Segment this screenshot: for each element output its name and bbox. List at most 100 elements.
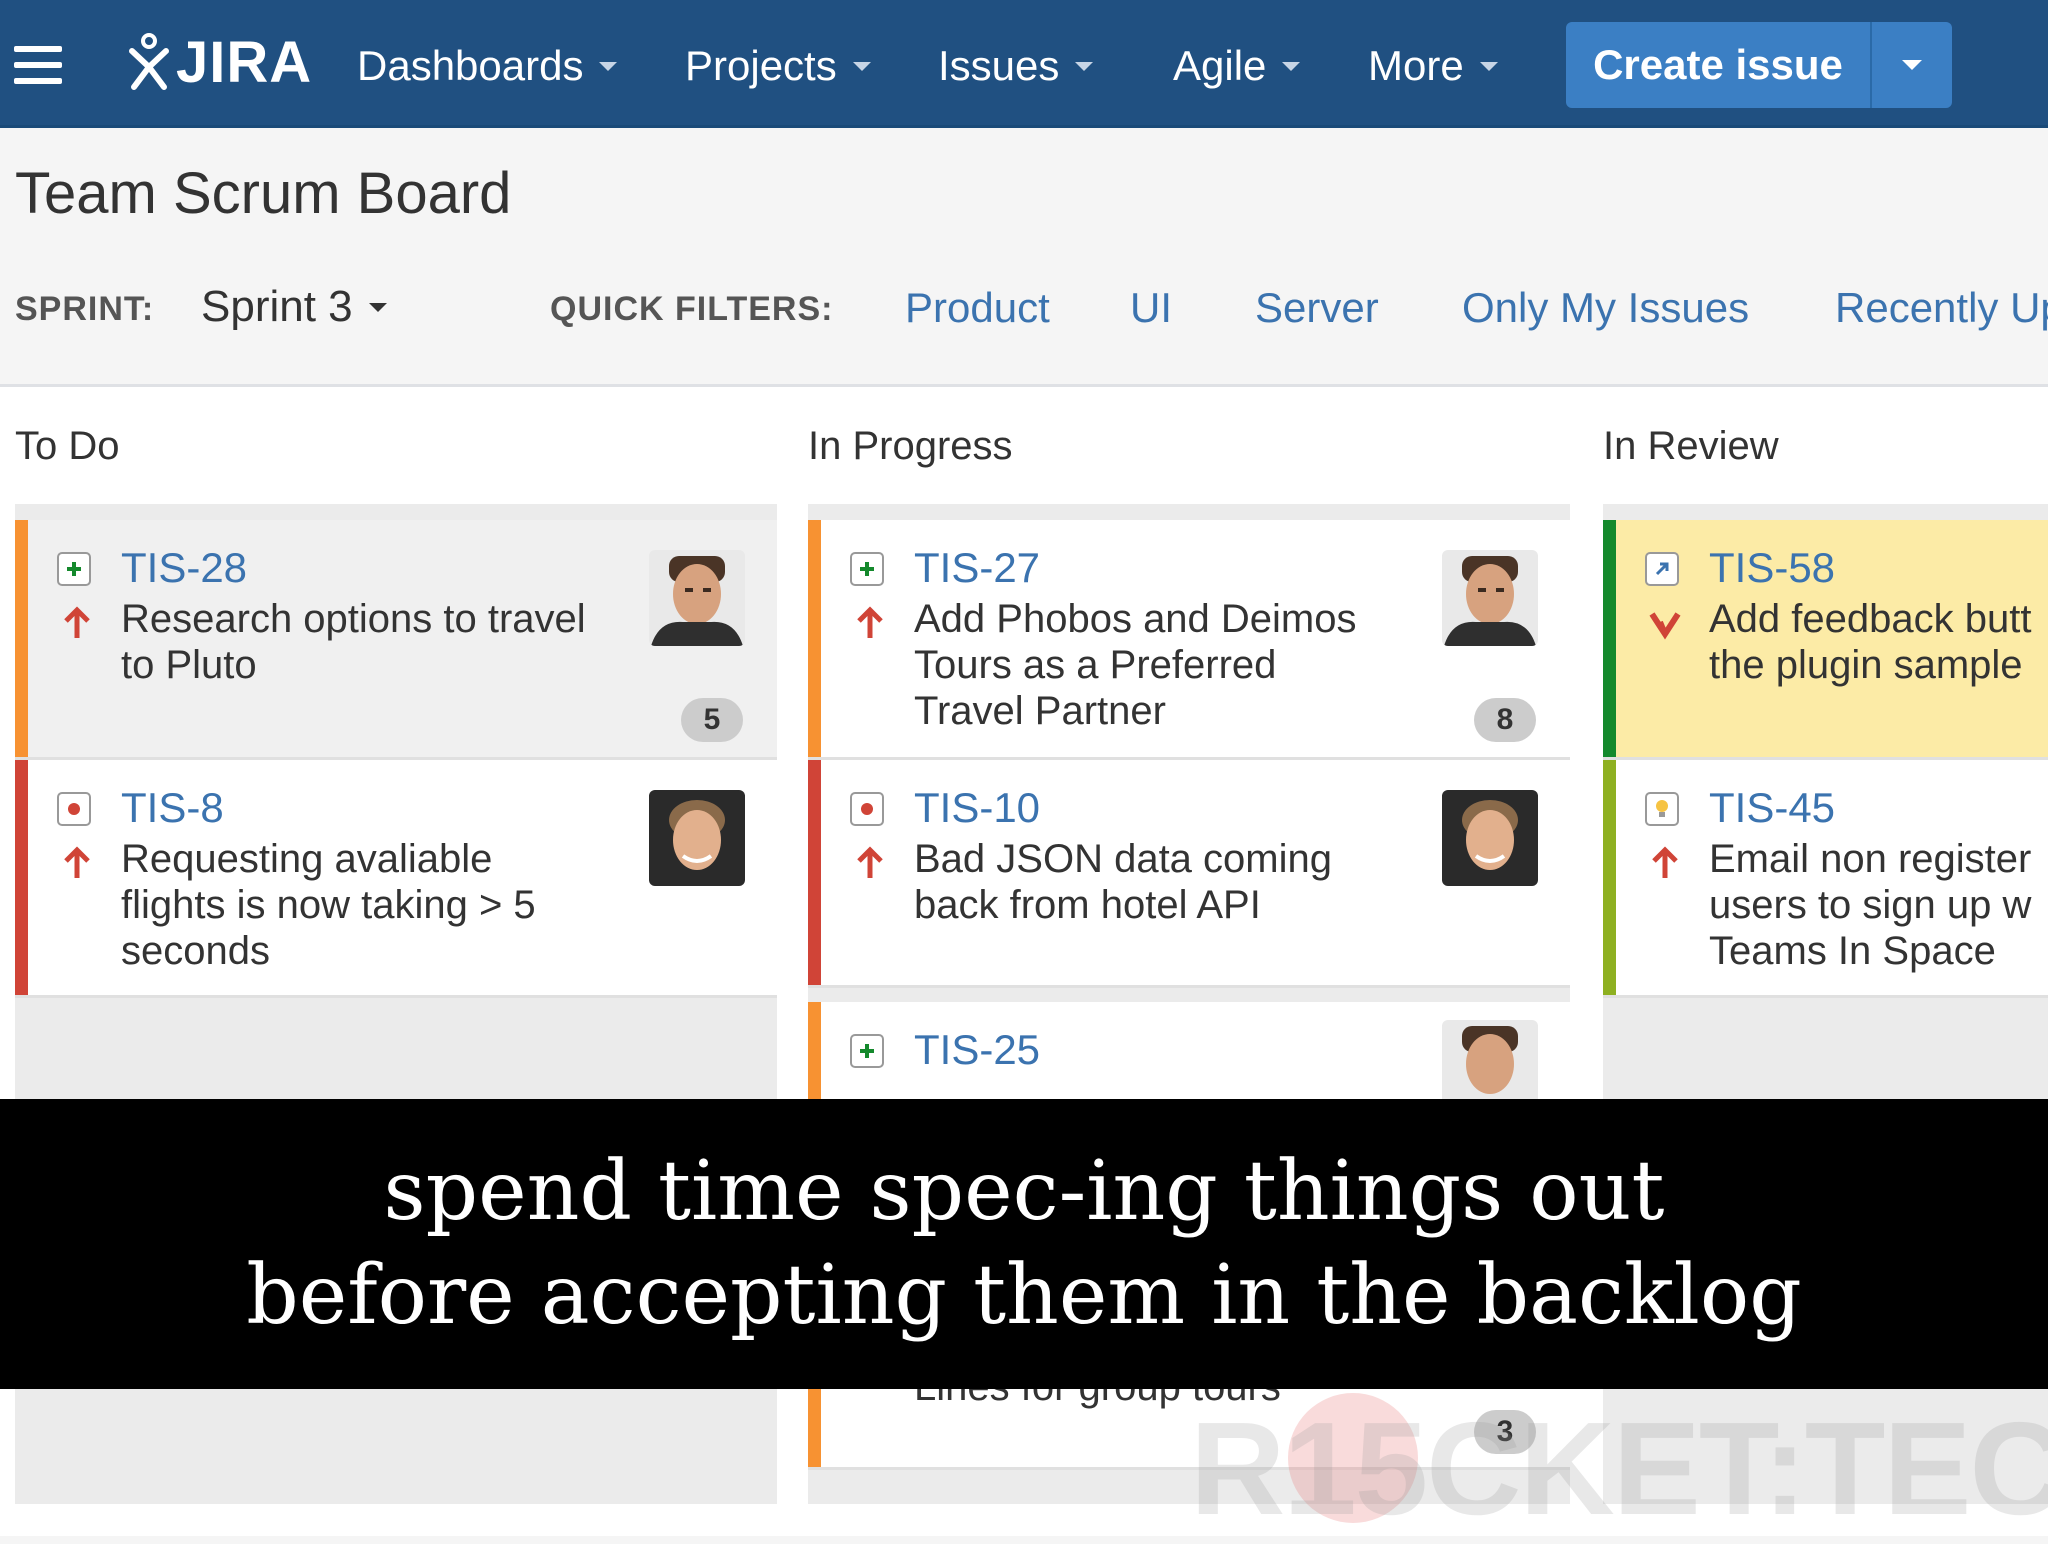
quick-filter-ui[interactable]: UI [1130, 284, 1172, 332]
sprint-label: SPRINT: [15, 290, 155, 328]
nav-agile[interactable]: Agile [1173, 40, 1301, 92]
nav-issues-label: Issues [938, 42, 1060, 89]
story-points-badge: 5 [681, 698, 743, 742]
chevron-down-icon [1902, 60, 1922, 70]
summary-line: users to sign up w [1709, 883, 2032, 927]
issue-card[interactable]: TIS-28 Research options to travel to Plut… [15, 520, 777, 760]
new-feature-icon [57, 552, 91, 586]
issue-key[interactable]: TIS-27 [914, 544, 1040, 592]
issue-summary: Add Phobos and Deimos Tours as a Preferre… [914, 596, 1357, 734]
chevron-down-icon [1282, 61, 1301, 71]
nav-agile-label: Agile [1173, 42, 1267, 89]
issue-status-stripe [15, 520, 28, 757]
board-filters: SPRINT: Sprint 3 QUICK FILTERS: Product … [15, 282, 2048, 338]
quick-filter-server[interactable]: Server [1255, 284, 1379, 332]
summary-line: Bad JSON data coming [914, 837, 1332, 881]
priority-major-icon [857, 606, 883, 638]
issue-card[interactable]: TIS-8 Requesting avaliable flights is now… [15, 760, 777, 998]
summary-line: Tours as a Preferred [914, 643, 1277, 687]
summary-line: flights is now taking > 5 [121, 883, 536, 927]
nav-more[interactable]: More [1368, 40, 1498, 92]
summary-line: back from hotel API [914, 883, 1261, 927]
page-title: Team Scrum Board [15, 161, 512, 226]
issue-status-stripe [15, 760, 28, 995]
nav-dashboards[interactable]: Dashboards [357, 40, 618, 92]
quick-filter-recently-updated[interactable]: Recently Up [1835, 284, 2048, 332]
chevron-down-icon [368, 302, 387, 312]
issue-status-stripe [1603, 760, 1616, 995]
bug-icon [850, 792, 884, 826]
summary-line: Research options to travel [121, 597, 586, 641]
quick-filters-label: QUICK FILTERS: [550, 290, 834, 328]
column-title-in-progress: In Progress [808, 424, 1013, 468]
nav-projects[interactable]: Projects [685, 40, 871, 92]
chevron-down-icon [1075, 61, 1094, 71]
new-feature-icon [850, 552, 884, 586]
menu-icon[interactable] [14, 46, 62, 86]
priority-blocker-icon [1649, 612, 1681, 640]
summary-line: the plugin sample [1709, 643, 2023, 687]
column-title-to-do: To Do [15, 424, 120, 468]
issue-summary: Bad JSON data coming back from hotel API [914, 836, 1332, 928]
improvement-icon [1645, 552, 1679, 586]
issue-key[interactable]: TIS-28 [121, 544, 247, 592]
top-navigation-bar: JIRA Dashboards Projects Issues Agile Mo… [0, 0, 2048, 128]
priority-major-icon [64, 846, 90, 878]
quick-filter-product[interactable]: Product [905, 284, 1050, 332]
chevron-down-icon [852, 61, 871, 71]
bug-icon [57, 792, 91, 826]
issue-card[interactable]: TIS-45 Email non register users to sign u… [1603, 760, 2048, 998]
issue-summary: Requesting avaliable flights is now takin… [121, 836, 536, 974]
column-title-in-review: In Review [1603, 424, 1779, 468]
issue-key[interactable]: TIS-58 [1709, 544, 1835, 592]
issue-summary: Add feedback butt the plugin sample [1709, 596, 2031, 688]
summary-line: to Pluto [121, 643, 257, 687]
story-points-badge: 8 [1474, 698, 1536, 742]
jira-logo[interactable]: JIRA [128, 29, 313, 95]
issue-status-stripe [808, 520, 821, 757]
lightbulb-icon [1645, 792, 1679, 826]
avatar [649, 550, 745, 646]
issue-key[interactable]: TIS-8 [121, 784, 224, 832]
nav-projects-label: Projects [685, 42, 837, 89]
create-issue-button[interactable]: Create issue [1566, 22, 1952, 108]
issue-summary: Research options to travel to Pluto [121, 596, 586, 688]
jira-logo-icon [129, 33, 169, 90]
summary-line: Requesting avaliable [121, 837, 493, 881]
issue-key[interactable]: TIS-45 [1709, 784, 1835, 832]
caption-line-2: before accepting them in the backlog [246, 1248, 1802, 1343]
caption-line-1: spend time spec-ing things out [383, 1144, 1665, 1239]
quick-filter-only-my-issues[interactable]: Only My Issues [1462, 284, 1749, 332]
issue-card[interactable]: TIS-58 Add feedback butt the plugin sampl… [1603, 520, 2048, 760]
video-caption: spend time spec-ing things out before ac… [0, 1099, 2048, 1389]
issue-summary: Email non register users to sign up w Team… [1709, 836, 2031, 974]
priority-major-icon [1652, 846, 1678, 878]
issue-card[interactable]: TIS-27 Add Phobos and Deimos Tours as a P… [808, 520, 1570, 760]
avatar [1442, 550, 1538, 646]
summary-line: Teams In Space [1709, 929, 1996, 973]
summary-line: Travel Partner [914, 689, 1166, 733]
create-issue-dropdown[interactable] [1870, 22, 1952, 108]
issue-status-stripe [808, 760, 821, 985]
nav-more-label: More [1368, 42, 1464, 89]
avatar [1442, 790, 1538, 886]
sprint-value: Sprint 3 [201, 282, 353, 331]
watermark-logo: R15CKET:TECH [1190, 1395, 2048, 1542]
issue-key[interactable]: TIS-10 [914, 784, 1040, 832]
sprint-selector[interactable]: Sprint 3 [201, 282, 387, 332]
chevron-down-icon [599, 61, 618, 71]
create-issue-label: Create issue [1593, 41, 1843, 88]
logo-text: JIRA [176, 29, 313, 95]
avatar [649, 790, 745, 886]
summary-line: Add Phobos and Deimos [914, 597, 1357, 641]
summary-line: seconds [121, 929, 270, 973]
summary-line: Email non register [1709, 837, 2032, 881]
priority-major-icon [857, 846, 883, 878]
nav-issues[interactable]: Issues [938, 40, 1094, 92]
nav-dashboards-label: Dashboards [357, 42, 584, 89]
issue-key[interactable]: TIS-25 [914, 1026, 1040, 1074]
issue-card[interactable]: TIS-10 Bad JSON data coming back from hot… [808, 760, 1570, 988]
issue-status-stripe [1603, 520, 1616, 757]
priority-major-icon [64, 606, 90, 638]
chevron-down-icon [1479, 61, 1498, 71]
